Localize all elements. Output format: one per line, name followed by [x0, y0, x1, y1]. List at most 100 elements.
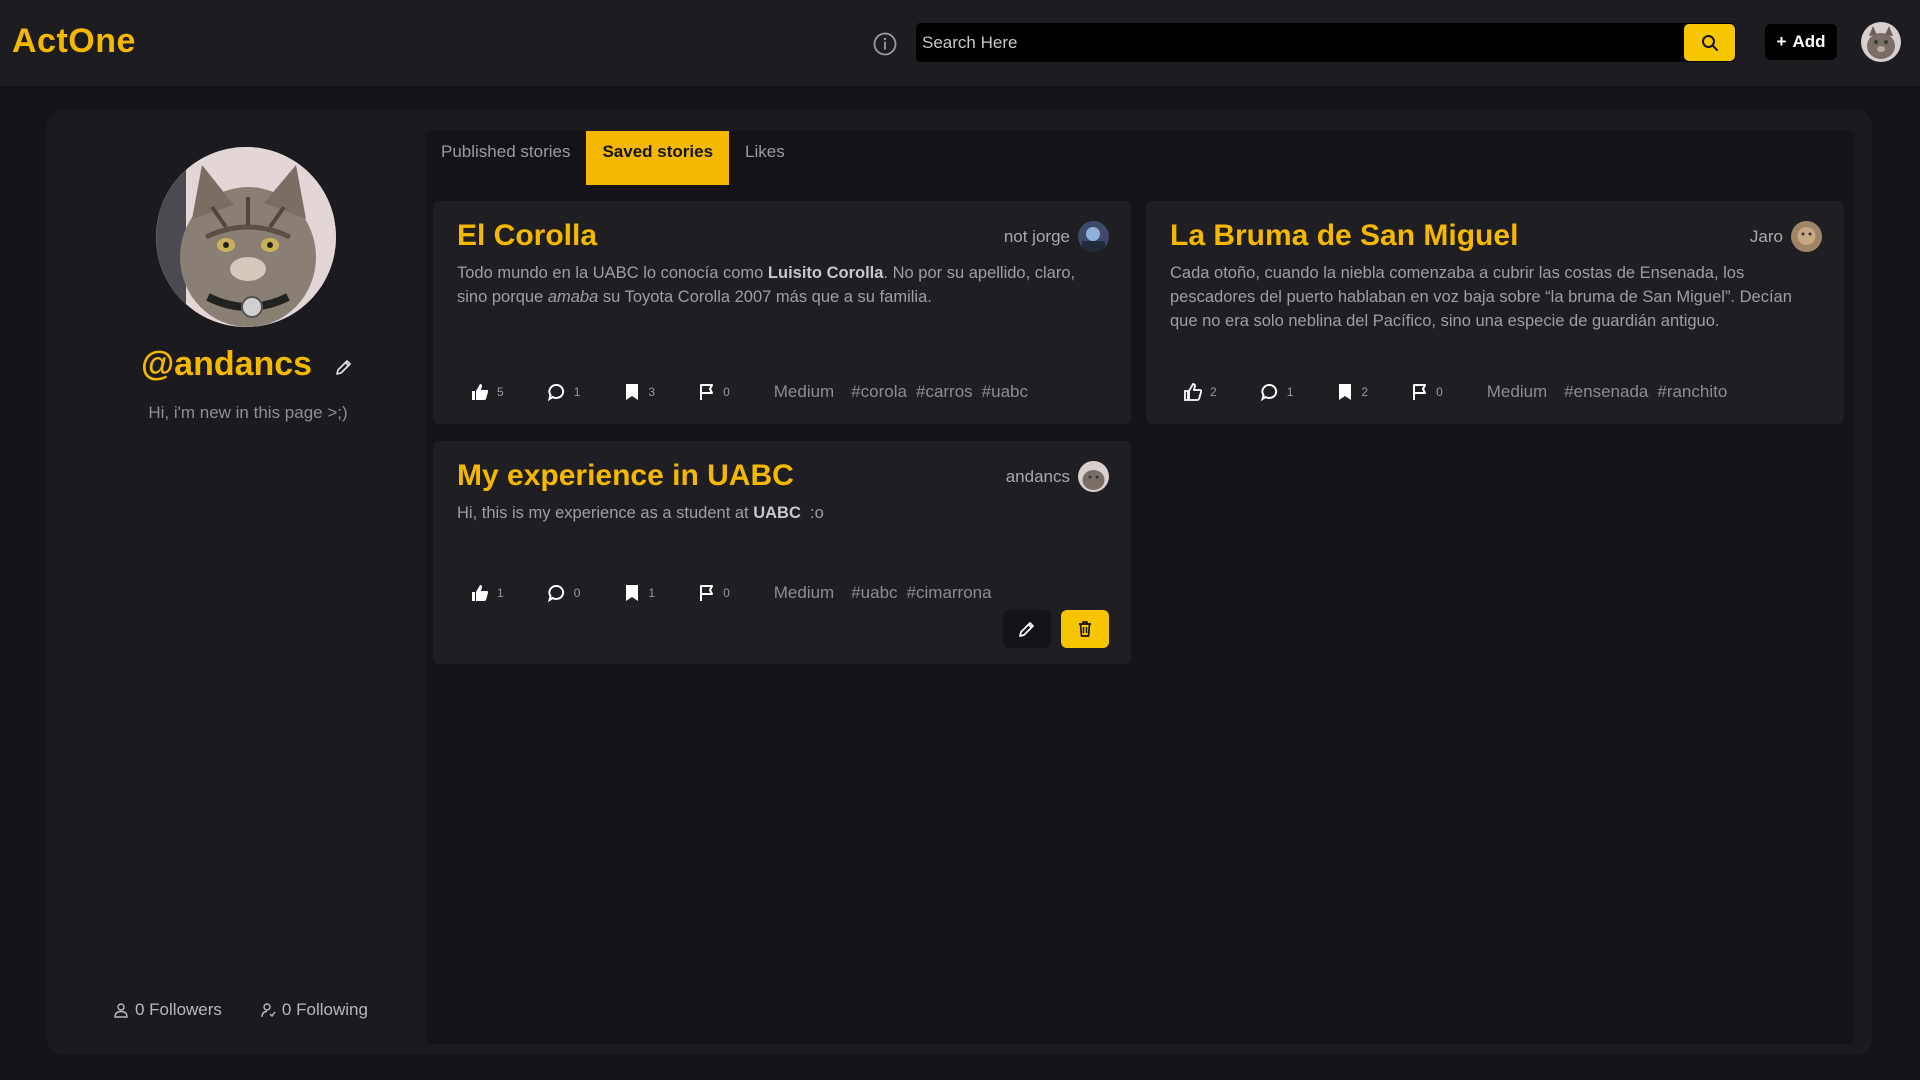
profile-username: @andancs [141, 345, 313, 383]
pencil-icon [1019, 622, 1034, 637]
author-avatar [1078, 461, 1109, 492]
story-excerpt: Cada otoño, cuando la niebla comenzaba a… [1170, 264, 1792, 330]
tag[interactable]: #carros [916, 382, 973, 402]
save-count: 1 [648, 586, 656, 600]
author-avatar [1078, 221, 1109, 252]
comment-icon [1260, 383, 1277, 401]
comment-count: 0 [573, 586, 581, 600]
save-count: 3 [648, 385, 656, 399]
tab-published-stories[interactable]: Published stories [425, 131, 586, 185]
story-meta: Medium #ensenada #ranchito [1487, 382, 1728, 402]
story-stats: 1 0 1 0 Medium #uabc #cimarrona [471, 583, 992, 603]
tag[interactable]: #corola [851, 382, 907, 402]
author-name: andancs [1005, 466, 1070, 486]
tag[interactable]: #ensenada [1564, 382, 1648, 402]
author-avatar [1791, 221, 1822, 252]
comment-button[interactable]: 1 [1260, 383, 1294, 401]
comment-icon [547, 383, 564, 401]
report-button[interactable]: 0 [1412, 383, 1443, 401]
edit-story-button[interactable] [1003, 610, 1051, 648]
author-name: Jaro [1749, 226, 1783, 246]
story-stats: 2 1 2 0 Medium #ensenada #ranchito [1184, 382, 1727, 402]
search-button[interactable] [1684, 24, 1735, 61]
thumbs-up-icon [472, 585, 489, 601]
tag[interactable]: #cimarrona [907, 583, 992, 603]
add-button-label: Add [1792, 32, 1826, 51]
save-button[interactable]: 2 [1337, 383, 1368, 401]
tag[interactable]: #uabc [982, 382, 1028, 402]
flag-icon [700, 384, 714, 400]
story-author[interactable]: not jorge [1004, 221, 1109, 252]
story-card[interactable]: La Bruma de San Miguel Jaro Cada otoño, … [1146, 201, 1844, 424]
save-button[interactable]: 1 [624, 584, 655, 602]
difficulty-level: Medium [773, 382, 835, 401]
following-link[interactable]: 0 Following [260, 1000, 368, 1020]
add-button[interactable]: + Add [1765, 24, 1837, 60]
story-title[interactable]: El Corolla [457, 219, 597, 253]
report-count: 0 [723, 385, 730, 399]
story-excerpt: Todo mundo en la UABC lo conocía como Lu… [457, 261, 1083, 309]
comment-count: 1 [1286, 385, 1294, 399]
user-following-icon [261, 1003, 276, 1018]
following-count: 0 Following [281, 1000, 368, 1019]
report-button[interactable]: 0 [699, 584, 730, 602]
excerpt-text: su Toyota Corolla 2007 más que a su fami… [598, 288, 932, 306]
plus-icon: + [1776, 32, 1787, 51]
cat-avatar-image [1861, 22, 1901, 62]
brand-logo[interactable]: ActOne [12, 22, 136, 61]
like-count: 5 [497, 385, 504, 399]
story-tabs: Published stories Saved stories Likes [425, 131, 801, 185]
like-count: 1 [497, 586, 504, 600]
bookmark-icon [1339, 384, 1352, 400]
cat-profile-image [156, 147, 336, 327]
tag[interactable]: #ranchito [1657, 382, 1727, 402]
user-icon [114, 1003, 128, 1018]
story-author[interactable]: andancs [1006, 461, 1109, 492]
bookmark-icon [626, 585, 639, 601]
difficulty-level: Medium [1486, 382, 1548, 401]
excerpt-text: Todo mundo en la UABC lo conocía como [457, 264, 768, 282]
tab-saved-stories[interactable]: Saved stories [586, 131, 730, 185]
tag[interactable]: #uabc [851, 583, 897, 603]
profile-bio: Hi, i'm new in this page >;) [148, 403, 348, 422]
like-button[interactable]: 1 [471, 584, 504, 602]
story-title[interactable]: My experience in UABC [457, 459, 794, 493]
search-input[interactable] [916, 23, 1684, 62]
excerpt-italic: amaba [547, 288, 599, 306]
story-meta: Medium #corola #carros #uabc [774, 382, 1028, 402]
trash-icon [1079, 621, 1091, 637]
like-button[interactable]: 5 [471, 383, 504, 401]
delete-story-button[interactable] [1061, 610, 1109, 648]
story-actions [1003, 610, 1109, 648]
followers-count: 0 Followers [135, 1000, 222, 1019]
followers-link[interactable]: 0 Followers [113, 1000, 222, 1020]
edit-profile-icon[interactable] [334, 357, 354, 377]
like-button[interactable]: 2 [1184, 383, 1217, 401]
report-count: 0 [723, 586, 730, 600]
difficulty-level: Medium [773, 583, 835, 602]
search-bar [916, 23, 1736, 62]
save-count: 2 [1361, 385, 1369, 399]
comment-button[interactable]: 0 [547, 584, 581, 602]
follow-stats: 0 Followers 0 Following [113, 1000, 368, 1020]
flag-icon [1413, 384, 1427, 400]
story-card[interactable]: My experience in UABC andancs Hi, this i… [433, 441, 1131, 664]
excerpt-text: :o [800, 504, 824, 522]
story-author[interactable]: Jaro [1750, 221, 1822, 252]
story-title[interactable]: La Bruma de San Miguel [1170, 219, 1518, 253]
story-meta: Medium #uabc #cimarrona [774, 583, 992, 603]
story-stats: 5 1 3 0 Medium #corola #carros #uabc [471, 382, 1028, 402]
author-name: not jorge [1003, 226, 1070, 246]
flag-icon [700, 585, 714, 601]
report-button[interactable]: 0 [699, 383, 730, 401]
tab-likes[interactable]: Likes [729, 131, 801, 185]
profile-avatar [156, 147, 336, 327]
comment-button[interactable]: 1 [547, 383, 581, 401]
comment-count: 1 [573, 385, 581, 399]
user-avatar[interactable] [1861, 22, 1901, 62]
save-button[interactable]: 3 [624, 383, 655, 401]
info-icon[interactable] [872, 31, 898, 57]
excerpt-bold: Luisito Corolla [767, 264, 884, 282]
story-card[interactable]: El Corolla not jorge Todo mundo en la UA… [433, 201, 1131, 424]
report-count: 0 [1436, 385, 1443, 399]
